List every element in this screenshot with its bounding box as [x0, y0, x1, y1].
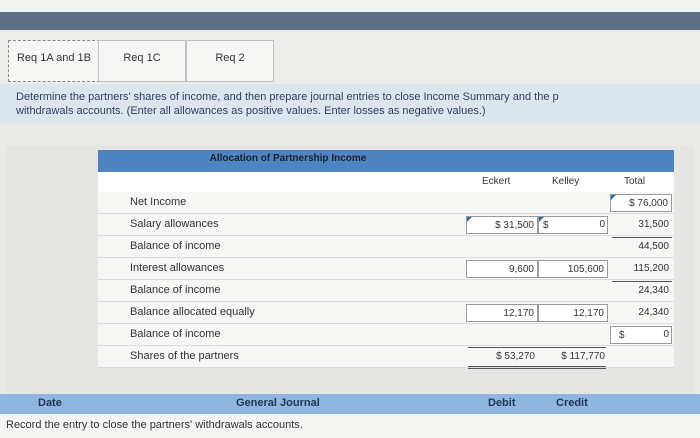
- column-kelley: Kelley: [552, 176, 580, 187]
- double-underline: [468, 366, 606, 367]
- row-label: Balance of income: [130, 284, 221, 296]
- tab-label: Req 2: [215, 52, 245, 64]
- double-underline: [468, 368, 606, 369]
- journal-header: Date General Journal Debit Credit: [0, 394, 700, 414]
- row-label: Balance allocated equally: [130, 306, 255, 318]
- divider: [468, 347, 606, 348]
- row-label: Balance of income: [130, 240, 221, 252]
- row-label: Shares of the partners: [130, 350, 239, 362]
- divider: [612, 281, 672, 282]
- divider: [612, 237, 672, 238]
- row-label: Salary allowances: [130, 218, 219, 230]
- tab-req-1a-1b[interactable]: Req 1A and 1B: [8, 40, 100, 82]
- table-row-balance-2: Balance of income: [98, 280, 674, 302]
- journal-col-credit: Credit: [556, 397, 588, 409]
- total-equal-value: 24,340: [638, 307, 669, 318]
- total-balance-1-value: 44,500: [638, 241, 669, 252]
- tab-req-2[interactable]: Req 2: [186, 40, 274, 82]
- total-net-income-input[interactable]: $ 76,000: [610, 194, 672, 212]
- journal-instruction: Record the entry to close the partners' …: [6, 419, 303, 431]
- table-title-bar: Allocation of Partnership Income: [98, 150, 674, 172]
- navigation-bar: [0, 12, 700, 30]
- table-row-balance-3: Balance of income: [98, 324, 674, 346]
- total-salary-value: 31,500: [638, 219, 669, 230]
- instructions-line-1: Determine the partners' shares of income…: [16, 91, 559, 103]
- journal-col-debit: Debit: [488, 397, 516, 409]
- journal-col-general: General Journal: [236, 397, 320, 409]
- column-eckert: Eckert: [482, 176, 511, 187]
- input-marker-icon: [467, 217, 472, 222]
- kelley-share-value: $ 117,770: [561, 351, 605, 362]
- row-label: Balance of income: [130, 328, 221, 340]
- tab-bar: Req 1A and 1B Req 1C Req 2: [0, 30, 700, 84]
- input-marker-icon: [611, 195, 616, 200]
- kelley-equal-input[interactable]: 12,170: [538, 304, 608, 322]
- instructions-line-2: withdrawals accounts. (Enter all allowan…: [16, 105, 486, 117]
- eckert-salary-input[interactable]: $ 31,500: [466, 216, 538, 234]
- eckert-interest-input[interactable]: 9,600: [466, 260, 538, 278]
- table-row-net-income: Net Income: [98, 192, 674, 214]
- tab-label: Req 1A and 1B: [16, 52, 91, 64]
- tab-req-1c[interactable]: Req 1C: [98, 40, 186, 82]
- instructions-text: Determine the partners' shares of income…: [16, 90, 700, 118]
- row-label: Interest allowances: [130, 262, 225, 274]
- instructions-panel: Determine the partners' shares of income…: [0, 84, 700, 124]
- top-strip: [0, 0, 700, 12]
- input-marker-icon: [539, 217, 544, 222]
- kelley-salary-input[interactable]: 0: [538, 216, 608, 234]
- total-balance-2-value: 24,340: [638, 285, 669, 296]
- table-title: Allocation of Partnership Income: [209, 153, 367, 164]
- table-row-balance-1: Balance of income: [98, 236, 674, 258]
- eckert-equal-input[interactable]: 12,170: [466, 304, 538, 322]
- tab-label: Req 1C: [123, 52, 161, 64]
- eckert-share-value: $ 53,270: [496, 351, 535, 362]
- journal-instruction-row: Record the entry to close the partners' …: [0, 414, 700, 438]
- row-label: Net Income: [130, 196, 187, 208]
- total-interest-value: 115,200: [633, 263, 669, 274]
- journal-col-date: Date: [38, 397, 62, 409]
- kelley-interest-input[interactable]: 105,600: [538, 260, 608, 278]
- column-header-row: [98, 172, 674, 192]
- column-total: Total: [624, 176, 646, 187]
- total-balance-3-input[interactable]: 0: [610, 326, 672, 344]
